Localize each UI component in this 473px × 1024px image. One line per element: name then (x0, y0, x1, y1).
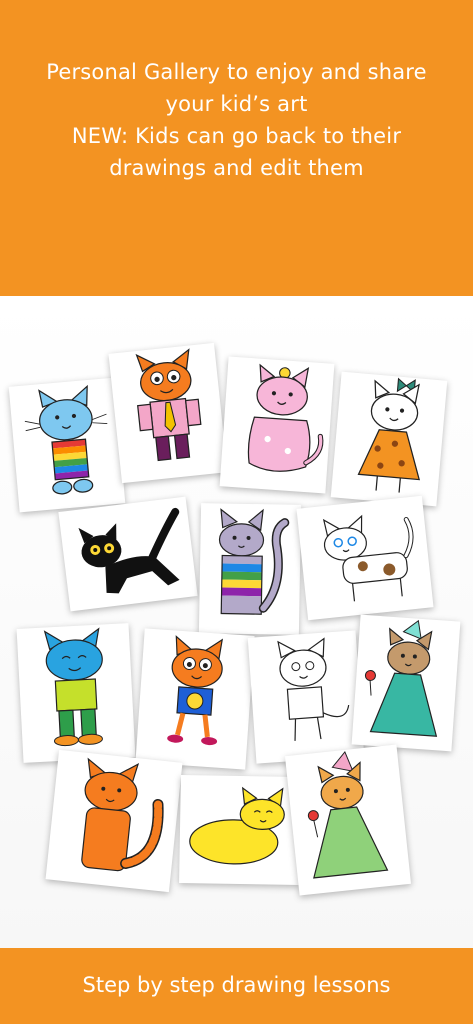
top-banner: Personal Gallery to enjoy and share your… (0, 0, 473, 296)
orange-cat-smiley-shirt-drawing[interactable] (135, 628, 255, 770)
bottom-banner: Step by step drawing lessons (0, 948, 473, 1024)
cat-in-polka-dot-dress-drawing[interactable] (330, 371, 448, 507)
drawing-gallery (0, 296, 473, 948)
orange-cat-sitting-drawing[interactable] (45, 749, 183, 893)
cat-princess-green-dress-drawing[interactable] (284, 744, 412, 896)
spotted-cat-drawing[interactable] (296, 495, 434, 621)
yellow-cat-sleeping-drawing[interactable] (179, 774, 301, 886)
headline-line: NEW: Kids can go back to their (71, 124, 402, 148)
headline-line: your kid’s art (165, 92, 308, 116)
gray-striped-cat-drawing[interactable] (198, 503, 302, 635)
headline: Personal Gallery to enjoy and share your… (0, 56, 473, 184)
blue-cat-in-green-shirt-drawing[interactable] (16, 623, 136, 763)
blue-rainbow-cat-drawing[interactable] (8, 377, 126, 513)
fluffy-pink-cat-drawing[interactable] (219, 356, 335, 494)
black-cat-drawing[interactable] (58, 496, 198, 612)
headline-line: drawings and edit them (109, 156, 364, 180)
headline-line: Personal Gallery to enjoy and share (46, 60, 427, 84)
orange-cat-in-suit-drawing[interactable] (108, 342, 228, 484)
uncolored-cat-outline-drawing[interactable] (247, 630, 365, 764)
caption: Step by step drawing lessons (82, 973, 391, 997)
cat-princess-teal-dress-drawing[interactable] (351, 614, 461, 752)
